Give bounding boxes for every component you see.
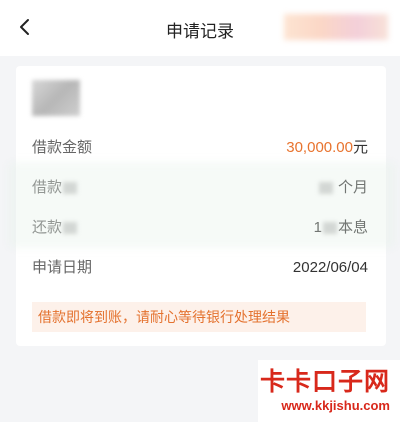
apply-date-label: 申请日期	[32, 259, 93, 276]
status-notice: 借款即将到账，请耐心等待银行处理结果	[32, 302, 366, 332]
watermark-name: 卡卡口子网	[259, 367, 390, 396]
app-header: 申请记录	[0, 0, 400, 56]
loan-amount-row: 借款金额 30,000.00元	[32, 136, 368, 160]
watermark-logo: 卡卡口子网 www.kkjishu.com	[258, 360, 400, 422]
apply-date-value: 2022/06/04	[292, 259, 368, 276]
apply-date-row: 申请日期 2022/06/04	[32, 256, 368, 280]
loan-amount-label: 借款金额	[32, 139, 93, 156]
blurred-header-info	[284, 14, 388, 40]
blurred-overlay	[8, 162, 396, 248]
blurred-lender-logo	[32, 80, 80, 116]
watermark-url: www.kkjishu.com	[281, 398, 390, 413]
loan-amount-value: 30,000.00元	[286, 139, 368, 156]
loan-amount-unit: 元	[352, 139, 368, 156]
